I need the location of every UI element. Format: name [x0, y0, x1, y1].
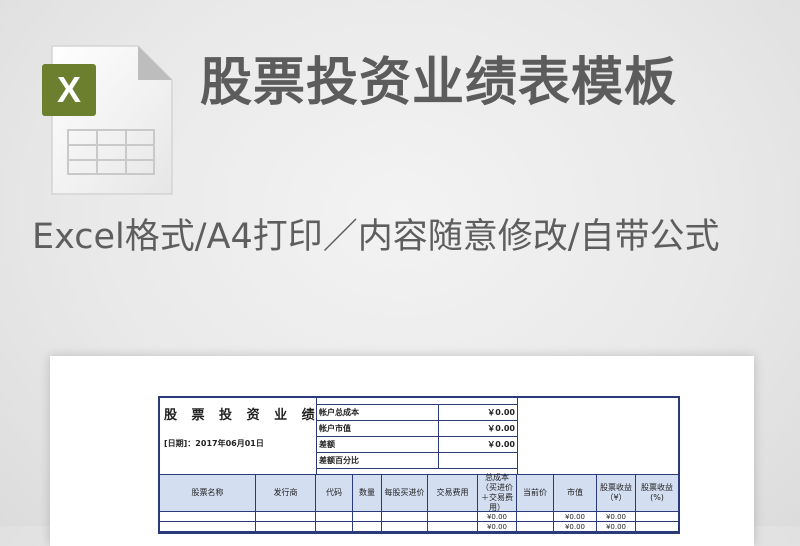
table-cell: ¥0.00 [478, 512, 517, 521]
sheet-date: [日期]：2017年06月01日 [164, 439, 264, 448]
table-cell [256, 512, 316, 521]
summary-value: ￥0.00 [487, 424, 515, 433]
excel-file-icon: X [38, 44, 174, 196]
account-summary: 帐户总成本 ￥0.00 帐户市值 ￥0.00 差额 ￥0.00 差额百分比 [317, 398, 518, 474]
table-cell: ¥0.00 [478, 522, 517, 531]
table-cell [636, 522, 678, 531]
column-header: 数量 [353, 475, 382, 511]
column-header: 股票收益(%) [641, 483, 673, 502]
table-cell [517, 522, 554, 531]
table-cell [517, 512, 554, 521]
table-cell [353, 512, 382, 521]
summary-label: 差额百分比 [317, 453, 439, 468]
summary-value: ￥0.00 [487, 440, 515, 449]
table-cell: ¥0.00 [597, 512, 636, 521]
spreadsheet-preview: 股 票 投 资 业 绩 [日期]：2017年06月01日 帐户总成本 ￥0.00… [50, 356, 754, 546]
table-cell [428, 522, 478, 531]
table-cell: ¥0.00 [597, 522, 636, 531]
table-cell [160, 512, 256, 521]
excel-x-letter: X [57, 69, 81, 110]
table-cell: ¥0.00 [554, 522, 597, 531]
table-cell [636, 512, 678, 521]
column-header: 当前价 [517, 475, 554, 511]
summary-row: 帐户市值 ￥0.00 [317, 421, 517, 437]
summary-label: 差额 [317, 437, 439, 452]
column-header: 发行商 [256, 475, 316, 511]
page-title: 股票投资业绩表模板 [200, 53, 678, 113]
table-cell [256, 522, 316, 531]
column-header: 股票收益（¥） [597, 475, 636, 511]
table-row: ¥0.00 ¥0.00 ¥0.00 [160, 522, 678, 532]
page-subtitle: Excel格式/A4打印／内容随意修改/自带公式 [32, 217, 720, 257]
table-cell: ¥0.00 [554, 512, 597, 521]
column-header: 总成本（买进价＋交易费用） [478, 473, 517, 512]
performance-table: 股 票 投 资 业 绩 [日期]：2017年06月01日 帐户总成本 ￥0.00… [158, 396, 680, 534]
column-header: 市值 [554, 475, 597, 511]
column-header: 交易费用 [428, 475, 478, 511]
summary-value: ￥0.00 [487, 408, 515, 417]
table-cell [316, 512, 353, 521]
summary-row: 差额百分比 [317, 453, 517, 469]
table-cell [353, 522, 382, 531]
column-header: 股票名称 [160, 475, 256, 511]
table-cell [382, 512, 428, 521]
summary-row: 差额 ￥0.00 [317, 437, 517, 453]
summary-row: 帐户总成本 ￥0.00 [317, 404, 517, 421]
summary-label: 帐户总成本 [317, 405, 439, 420]
summary-label: 帐户市值 [317, 421, 439, 436]
table-cell [428, 512, 478, 521]
table-cell [160, 522, 256, 531]
table-header: 股票名称 发行商 代码 数量 每股买进价 交易费用 总成本（买进价＋交易费用） … [160, 473, 678, 512]
summary-value [439, 453, 517, 468]
table-cell [316, 522, 353, 531]
column-header: 代码 [316, 475, 353, 511]
table-cell [382, 522, 428, 531]
table-row: ¥0.00 ¥0.00 ¥0.00 [160, 512, 678, 522]
sheet-title: 股 票 投 资 业 绩 [164, 408, 320, 423]
column-header: 每股买进价 [382, 475, 428, 511]
